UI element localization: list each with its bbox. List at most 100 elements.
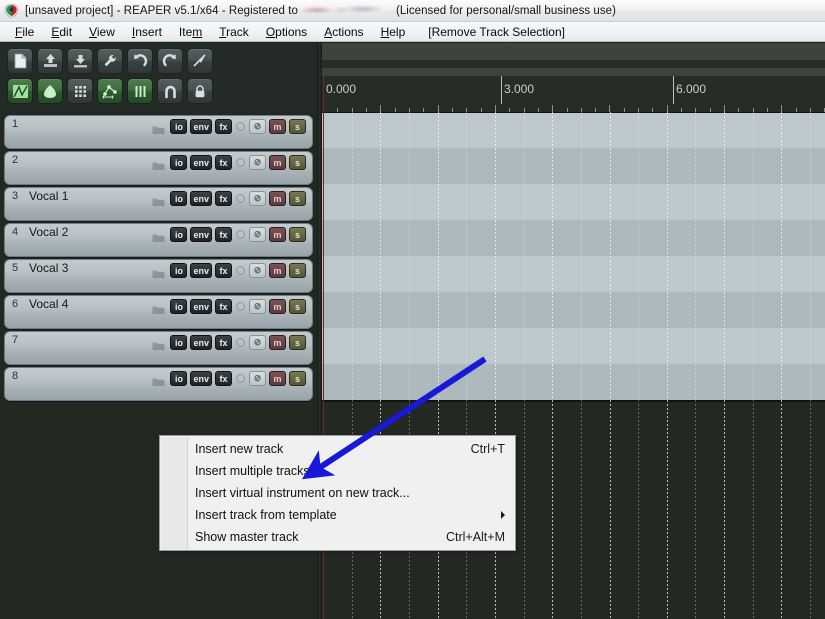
folder-icon[interactable] [152, 266, 165, 278]
track-lane[interactable] [322, 112, 825, 148]
mute-button[interactable]: m [269, 299, 286, 314]
track-row[interactable]: 8 io env fx ⊘ m s [4, 367, 313, 401]
menu-help[interactable]: Help [373, 23, 415, 41]
io-button[interactable]: io [170, 155, 188, 170]
track-row[interactable]: 1 io env fx ⊘ m s [4, 115, 313, 149]
record-arm-button[interactable] [236, 338, 245, 347]
env-button[interactable]: env [190, 299, 212, 314]
phase-button[interactable]: ⊘ [249, 371, 266, 386]
fx-button[interactable]: fx [215, 371, 232, 386]
solo-button[interactable]: s [289, 119, 306, 134]
track-name-label[interactable]: Vocal 3 [29, 261, 152, 275]
env-button[interactable]: env [190, 371, 212, 386]
solo-button[interactable]: s [289, 155, 306, 170]
mute-button[interactable]: m [269, 119, 286, 134]
mute-button[interactable]: m [269, 227, 286, 242]
env-button[interactable]: env [190, 155, 212, 170]
wrench-settings-icon[interactable] [97, 48, 123, 74]
track-name-label[interactable]: Vocal 2 [29, 225, 152, 239]
track-row[interactable]: 6 Vocal 4 io env fx ⊘ m s [4, 295, 313, 329]
redo-icon[interactable] [157, 48, 183, 74]
metronome-icon[interactable] [127, 78, 153, 104]
io-button[interactable]: io [170, 263, 188, 278]
env-button[interactable]: env [190, 119, 212, 134]
phase-button[interactable]: ⊘ [249, 227, 266, 242]
io-button[interactable]: io [170, 371, 188, 386]
io-button[interactable]: io [170, 299, 188, 314]
fx-button[interactable]: fx [215, 155, 232, 170]
io-button[interactable]: io [170, 227, 188, 242]
node-graph-icon[interactable] [97, 78, 123, 104]
record-arm-button[interactable] [236, 302, 245, 311]
track-row[interactable]: 2 io env fx ⊘ m s [4, 151, 313, 185]
menu-track[interactable]: Track [211, 23, 258, 41]
mute-button[interactable]: m [269, 335, 286, 350]
solo-button[interactable]: s [289, 191, 306, 206]
io-button[interactable]: io [170, 119, 188, 134]
track-row[interactable]: 7 io env fx ⊘ m s [4, 331, 313, 365]
mute-button[interactable]: m [269, 263, 286, 278]
fx-button[interactable]: fx [215, 299, 232, 314]
track-row[interactable]: 4 Vocal 2 io env fx ⊘ m s [4, 223, 313, 257]
solo-button[interactable]: s [289, 263, 306, 278]
track-lane[interactable] [322, 328, 825, 364]
phase-button[interactable]: ⊘ [249, 299, 266, 314]
record-arm-button[interactable] [236, 230, 245, 239]
solo-button[interactable]: s [289, 227, 306, 242]
phase-button[interactable]: ⊘ [249, 191, 266, 206]
env-button[interactable]: env [190, 227, 212, 242]
env-button[interactable]: env [190, 335, 212, 350]
timeline-ruler[interactable]: 0.000 3.000 6.000 [322, 76, 825, 112]
phase-button[interactable]: ⊘ [249, 155, 266, 170]
track-name-label[interactable]: Vocal 1 [29, 189, 152, 203]
fx-button[interactable]: fx [215, 191, 232, 206]
record-arm-button[interactable] [236, 374, 245, 383]
menu-options[interactable]: Options [258, 23, 316, 41]
track-context-menu[interactable]: Insert new track Ctrl+T Insert multiple tr… [159, 435, 516, 551]
env-button[interactable]: env [190, 263, 212, 278]
folder-icon[interactable] [152, 194, 165, 206]
track-lane[interactable] [322, 292, 825, 328]
track-row[interactable]: 5 Vocal 3 io env fx ⊘ m s [4, 259, 313, 293]
menu-file[interactable]: File [7, 23, 43, 41]
track-lane[interactable] [322, 220, 825, 256]
record-arm-button[interactable] [236, 158, 245, 167]
grid-icon[interactable] [67, 78, 93, 104]
fx-button[interactable]: fx [215, 335, 232, 350]
track-lane[interactable] [322, 148, 825, 184]
mute-button[interactable]: m [269, 191, 286, 206]
menu-insert-multiple-tracks[interactable]: Insert multiple tracks... [160, 460, 515, 482]
menu-edit[interactable]: Edit [43, 23, 81, 41]
fx-button[interactable]: fx [215, 119, 232, 134]
folder-icon[interactable] [152, 338, 165, 350]
menu-insert-virtual-instrument[interactable]: Insert virtual instrument on new track..… [160, 482, 515, 504]
phase-button[interactable]: ⊘ [249, 119, 266, 134]
env-button[interactable]: env [190, 191, 212, 206]
mute-button[interactable]: m [269, 155, 286, 170]
folder-icon[interactable] [152, 302, 165, 314]
folder-icon[interactable] [152, 374, 165, 386]
routing-matrix-icon[interactable] [7, 78, 33, 104]
track-lane[interactable] [322, 184, 825, 220]
menu-view[interactable]: View [81, 23, 124, 41]
mixer-icon[interactable] [37, 78, 63, 104]
envelope-tool-icon[interactable] [187, 48, 213, 74]
menu-insert[interactable]: Insert [124, 23, 171, 41]
menu-insert-track-from-template[interactable]: Insert track from template [160, 504, 515, 526]
record-arm-button[interactable] [236, 194, 245, 203]
solo-button[interactable]: s [289, 299, 306, 314]
track-row[interactable]: 3 Vocal 1 io env fx ⊘ m s [4, 187, 313, 221]
solo-button[interactable]: s [289, 335, 306, 350]
phase-button[interactable]: ⊘ [249, 335, 266, 350]
io-button[interactable]: io [170, 191, 188, 206]
mute-button[interactable]: m [269, 371, 286, 386]
fx-button[interactable]: fx [215, 227, 232, 242]
solo-button[interactable]: s [289, 371, 306, 386]
save-project-icon[interactable] [67, 48, 93, 74]
record-arm-button[interactable] [236, 122, 245, 131]
new-project-icon[interactable] [7, 48, 33, 74]
folder-icon[interactable] [152, 158, 165, 170]
record-arm-button[interactable] [236, 266, 245, 275]
folder-icon[interactable] [152, 230, 165, 242]
menu-show-master-track[interactable]: Show master track Ctrl+Alt+M [160, 526, 515, 548]
